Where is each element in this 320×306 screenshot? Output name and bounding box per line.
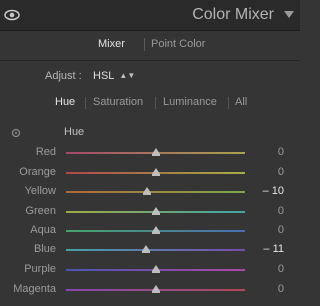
slider-value[interactable]: 0: [278, 224, 284, 236]
slider-thumb[interactable]: [151, 226, 160, 234]
divider: [0, 60, 300, 61]
slider-value[interactable]: 0: [278, 263, 284, 275]
subtab-hue[interactable]: Hue: [55, 96, 75, 108]
slider-row-purple: Purple 0: [0, 261, 300, 279]
slider-row-green: Green 0: [0, 203, 300, 221]
adjust-subtabs: Hue Saturation Luminance All: [0, 96, 300, 114]
slider-label: Orange: [19, 166, 56, 178]
slider-track[interactable]: [66, 148, 245, 156]
slider-thumb[interactable]: [151, 285, 160, 293]
slider-value[interactable]: 0: [278, 283, 284, 295]
subtab-luminance[interactable]: Luminance: [163, 96, 217, 108]
slider-track[interactable]: [66, 187, 245, 195]
slider-row-blue: Blue – 11: [0, 241, 300, 259]
adjust-value: HSL: [93, 70, 115, 82]
dropdown-arrows-icon: ▲▼: [119, 71, 136, 80]
slider-label: Yellow: [24, 185, 56, 197]
slider-value[interactable]: 0: [278, 146, 284, 158]
slider-track[interactable]: [66, 285, 245, 293]
slider-thumb[interactable]: [151, 168, 160, 176]
slider-row-aqua: Aqua 0: [0, 222, 300, 240]
slider-row-red: Red 0: [0, 144, 300, 162]
slider-thumb[interactable]: [151, 207, 160, 215]
slider-label: Blue: [33, 243, 56, 255]
subtab-divider: [155, 97, 156, 109]
section-label: Hue: [64, 126, 85, 138]
subtab-divider: [228, 97, 229, 109]
subtab-divider: [85, 97, 86, 109]
slider-track[interactable]: [66, 207, 245, 215]
slider-value[interactable]: – 10: [263, 185, 284, 197]
panel-header[interactable]: Color Mixer: [0, 0, 300, 31]
slider-track[interactable]: [66, 226, 245, 234]
slider-track[interactable]: [66, 265, 245, 273]
slider-label: Green: [25, 205, 56, 217]
slider-track[interactable]: [66, 245, 245, 253]
slider-row-yellow: Yellow – 10: [0, 183, 300, 201]
slider-thumb[interactable]: [142, 187, 151, 195]
slider-thumb[interactable]: [151, 148, 160, 156]
slider-value[interactable]: – 11: [263, 243, 284, 255]
tab-point-color[interactable]: Point Color: [151, 38, 205, 50]
tab-divider: [144, 38, 145, 51]
slider-thumb[interactable]: [141, 245, 150, 253]
slider-label: Magenta: [13, 283, 56, 295]
subtab-all[interactable]: All: [235, 96, 247, 108]
slider-value[interactable]: 0: [278, 166, 284, 178]
adjust-label: Adjust :: [45, 70, 82, 82]
slider-row-magenta: Magenta 0: [0, 281, 300, 299]
mode-tabs: Mixer Point Color: [0, 31, 300, 59]
panel-title: Color Mixer: [192, 6, 274, 23]
tab-mixer[interactable]: Mixer: [98, 38, 125, 50]
slider-label: Red: [35, 146, 56, 158]
slider-label: Purple: [24, 263, 56, 275]
slider-label: Aqua: [30, 224, 56, 236]
target-adjustment-icon[interactable]: [12, 129, 20, 137]
slider-value[interactable]: 0: [278, 205, 284, 217]
slider-row-orange: Orange 0: [0, 164, 300, 182]
subtab-saturation[interactable]: Saturation: [93, 96, 143, 108]
slider-thumb[interactable]: [151, 265, 160, 273]
collapse-triangle-icon[interactable]: [284, 11, 294, 18]
adjust-select[interactable]: HSL ▲▼: [93, 70, 135, 82]
eye-icon[interactable]: [4, 8, 20, 22]
slider-track[interactable]: [66, 168, 245, 176]
